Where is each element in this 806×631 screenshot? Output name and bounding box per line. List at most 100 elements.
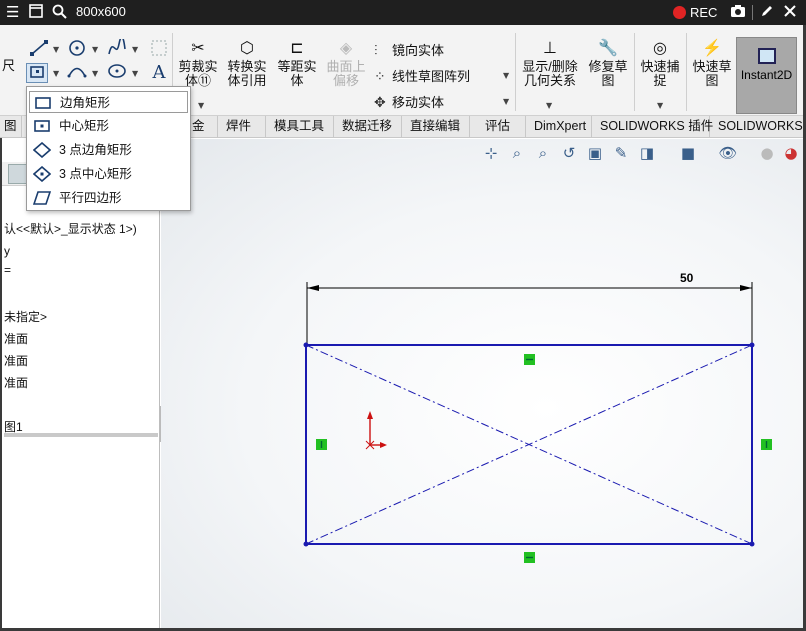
tree-right-plane[interactable]: 准面 bbox=[4, 374, 28, 391]
view-orientation-icon[interactable]: ⊹ bbox=[481, 143, 501, 163]
hamburger-menu-icon[interactable]: ☰ bbox=[6, 4, 19, 20]
sketch-point[interactable] bbox=[303, 541, 309, 547]
vertical-relation-icon[interactable] bbox=[761, 439, 772, 450]
convert-entities-button[interactable]: ⬡ 转换实 体引用 bbox=[224, 40, 270, 88]
move-dropdown-icon[interactable]: ▼ bbox=[503, 97, 509, 106]
plane-tool-icon[interactable] bbox=[148, 39, 170, 59]
graphics-viewport[interactable]: 50 bbox=[161, 139, 803, 628]
tab-dimxpert[interactable]: DimXpert bbox=[526, 116, 592, 138]
smart-dimension-label[interactable]: 尺 bbox=[2, 59, 15, 73]
panel-scrollbar[interactable] bbox=[4, 433, 158, 437]
instant2d-icon bbox=[757, 48, 776, 64]
menu-item-center-rectangle[interactable]: 中心矩形 bbox=[29, 115, 188, 137]
line-dropdown-icon[interactable]: ▼ bbox=[53, 45, 59, 54]
tab-data-migration[interactable]: 数据迁移 bbox=[334, 116, 402, 138]
divider bbox=[752, 5, 753, 20]
tree-top-plane[interactable]: 准面 bbox=[4, 352, 28, 369]
rectangle-type-menu: 边角矩形 中心矩形 3 点边角矩形 3 点中心矩形 平行四边形 bbox=[26, 86, 191, 211]
search-icon[interactable] bbox=[52, 4, 67, 22]
tab-0[interactable]: 图 bbox=[0, 116, 22, 138]
rectangle-dropdown-icon[interactable]: ▼ bbox=[53, 69, 59, 78]
tab-solidworks-addins[interactable]: SOLIDWORKS 插件 bbox=[592, 116, 713, 138]
divider bbox=[686, 33, 687, 111]
spline-dropdown-icon[interactable]: ▼ bbox=[132, 45, 138, 54]
sketch-point[interactable] bbox=[303, 342, 309, 348]
menu-item-3-point-center-rectangle[interactable]: 3 点中心矩形 bbox=[29, 163, 188, 185]
dynamic-annotation-icon[interactable]: ✎ bbox=[611, 143, 631, 163]
camera-icon[interactable] bbox=[730, 4, 746, 21]
offset-on-surface-button[interactable]: ◈ 曲面上 偏移 bbox=[324, 40, 368, 88]
edit-appearance-icon[interactable]: ● bbox=[757, 143, 777, 163]
3-point-corner-rectangle-icon bbox=[32, 141, 52, 159]
tree-front-plane[interactable]: 准面 bbox=[4, 330, 28, 347]
record-label[interactable]: REC bbox=[690, 5, 717, 20]
tab-evaluate[interactable]: 评估 bbox=[470, 116, 526, 138]
pattern-dropdown-icon[interactable]: ▼ bbox=[503, 71, 509, 80]
wrench-icon: 🔧 bbox=[598, 40, 618, 57]
repair-sketch-button[interactable]: 🔧 修复草 图 bbox=[586, 40, 630, 88]
tab-weldments[interactable]: 焊件 bbox=[218, 116, 266, 138]
instant2d-button[interactable]: Instant2D bbox=[736, 37, 797, 114]
zoom-to-area-icon[interactable]: ⌕ bbox=[533, 143, 553, 163]
tree-display-state[interactable]: 认<<默认>_显示状态 1>) bbox=[4, 220, 137, 237]
arc-dropdown-icon[interactable]: ▼ bbox=[92, 69, 98, 78]
trim-entities-button[interactable]: ✂ 剪裁实 体⑪ bbox=[176, 40, 220, 88]
vertical-relation-icon[interactable] bbox=[316, 439, 327, 450]
circle-tool-icon[interactable] bbox=[66, 39, 88, 59]
dimension-value[interactable]: 50 bbox=[680, 271, 694, 285]
horizontal-relation-icon[interactable] bbox=[524, 552, 535, 563]
tree-annotations[interactable]: = bbox=[4, 263, 11, 277]
quick-snaps-button[interactable]: ◎ 快速捕 捉 bbox=[638, 40, 682, 88]
slot-tool-icon[interactable] bbox=[66, 63, 88, 83]
offset-entities-button[interactable]: ⊏ 等距实 体 bbox=[274, 40, 320, 88]
corner-rectangle-icon bbox=[34, 95, 52, 111]
feature-manager-panel: 认<<默认>_显示状态 1>) y = 未指定> 准面 准面 准面 图1 bbox=[2, 139, 160, 628]
line-tool-icon[interactable] bbox=[28, 39, 50, 59]
ellipse-dropdown-icon[interactable]: ▼ bbox=[132, 69, 138, 78]
move-entities-button[interactable]: ✥ 移动实体 bbox=[374, 92, 444, 111]
tree-sensors[interactable]: y bbox=[4, 244, 10, 258]
tab-direct-editing[interactable]: 直接编辑 bbox=[402, 116, 470, 138]
record-dot-icon[interactable] bbox=[673, 6, 686, 19]
snap-dropdown-icon[interactable]: ▼ bbox=[657, 101, 663, 110]
cube-icon: ⬡ bbox=[240, 40, 254, 57]
spline-tool-icon[interactable] bbox=[106, 36, 128, 59]
menu-item-parallelogram[interactable]: 平行四边形 bbox=[29, 187, 188, 209]
move-icon: ✥ bbox=[374, 94, 386, 110]
section-view-icon[interactable]: ▣ bbox=[585, 143, 605, 163]
dimension-50[interactable]: 50 bbox=[306, 271, 753, 343]
circle-dropdown-icon[interactable]: ▼ bbox=[92, 45, 98, 54]
rapid-sketch-button[interactable]: ⚡ 快速草 图 bbox=[690, 40, 734, 88]
mirror-icon: ⫶ bbox=[374, 42, 378, 58]
trim-dropdown-icon[interactable]: ▼ bbox=[198, 101, 204, 110]
ellipse-tool-icon[interactable] bbox=[106, 63, 128, 83]
tree-material[interactable]: 未指定> bbox=[4, 308, 47, 325]
pattern-icon: ⁘ bbox=[374, 68, 386, 84]
3-point-center-rectangle-icon bbox=[32, 165, 52, 183]
view-orientation-dropdown-icon[interactable]: ◨ bbox=[637, 143, 657, 163]
relations-dropdown-icon[interactable]: ▼ bbox=[546, 101, 552, 110]
show-relations-button[interactable]: ⊥ 显示/删除 几何关系 bbox=[520, 40, 580, 88]
recorder-bar: ☰ 800x600 REC bbox=[0, 0, 806, 25]
mirror-entities-button[interactable]: ⫶ 镜向实体 bbox=[374, 40, 444, 59]
linear-pattern-button[interactable]: ⁘ 线性草图阵列 bbox=[374, 66, 470, 85]
display-style-icon[interactable]: ■ bbox=[678, 143, 698, 163]
menu-item-3-point-corner-rectangle[interactable]: 3 点边角矩形 bbox=[29, 139, 188, 161]
menu-item-corner-rectangle[interactable]: 边角矩形 bbox=[29, 91, 188, 113]
tab-mold-tools[interactable]: 模具工具 bbox=[266, 116, 334, 138]
text-tool-icon[interactable]: A bbox=[148, 63, 170, 83]
hide-show-items-icon[interactable]: 👁 bbox=[718, 143, 738, 163]
window-icon[interactable] bbox=[29, 4, 43, 21]
zoom-to-fit-icon[interactable]: ⌕ bbox=[507, 143, 527, 163]
rectangle-tool-icon[interactable] bbox=[26, 63, 48, 83]
close-icon[interactable] bbox=[784, 4, 796, 20]
sketch-origin-icon[interactable] bbox=[365, 411, 387, 450]
previous-view-icon[interactable]: ↺ bbox=[559, 143, 579, 163]
sketch-point[interactable] bbox=[749, 342, 755, 348]
sketch-point[interactable] bbox=[749, 541, 755, 547]
lightning-icon: ⚡ bbox=[702, 40, 722, 57]
tab-solidworks-mbd[interactable]: SOLIDWORKS M bbox=[710, 116, 803, 138]
horizontal-relation-icon[interactable] bbox=[524, 354, 535, 365]
scene-icon[interactable]: ◕ bbox=[781, 143, 801, 163]
pen-icon[interactable] bbox=[760, 4, 774, 21]
